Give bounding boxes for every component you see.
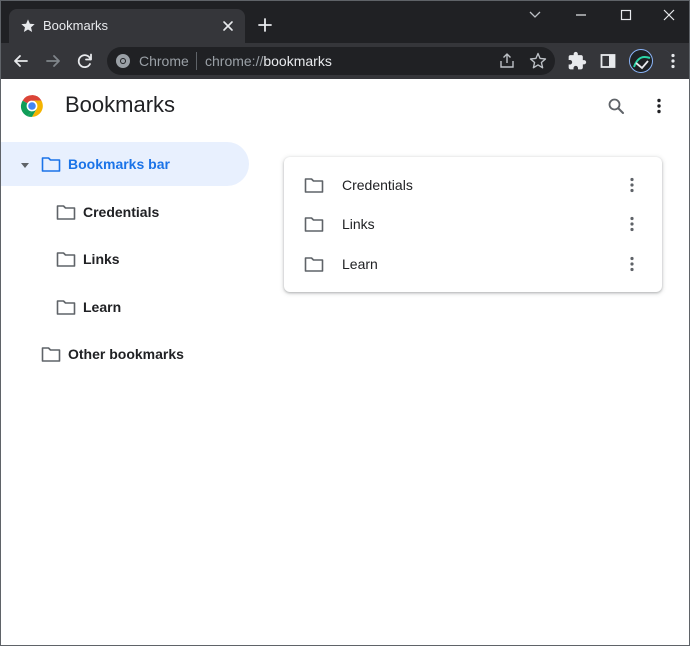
bookmark-star-icon[interactable]	[529, 52, 547, 70]
folder-icon	[41, 345, 61, 363]
address-bar[interactable]: Chrome chrome://bookmarks	[107, 47, 555, 75]
forward-arrow-icon[interactable]	[43, 51, 63, 71]
more-actions-icon[interactable]	[622, 175, 642, 195]
sidebar-item-label: Learn	[83, 299, 122, 315]
folder-icon	[304, 215, 324, 233]
page-title: Bookmarks	[65, 92, 176, 117]
folder-icon	[304, 255, 324, 273]
bookmark-list-card: Credentials Links Learn	[284, 157, 662, 292]
more-actions-icon[interactable]	[622, 254, 642, 274]
sidebar-item-label: Bookmarks bar	[68, 156, 170, 172]
list-item[interactable]: Links	[284, 204, 662, 244]
folder-icon	[56, 250, 76, 268]
sidebar-item-label: Links	[83, 251, 120, 267]
list-item[interactable]: Learn	[284, 244, 662, 284]
sidebar-item-other-bookmarks[interactable]: Other bookmarks	[1, 332, 249, 376]
omnibox-separator	[196, 52, 197, 70]
share-icon[interactable]	[498, 52, 516, 70]
sidebar-item-label: Credentials	[83, 204, 160, 220]
chrome-logo-icon	[19, 93, 45, 119]
list-item-label: Learn	[342, 256, 378, 272]
list-item-label: Credentials	[342, 177, 413, 193]
list-item-label: Links	[342, 216, 375, 232]
back-arrow-icon[interactable]	[11, 51, 31, 71]
sidebar-item-links[interactable]: Links	[1, 237, 249, 281]
chrome-menu-icon[interactable]	[663, 51, 683, 71]
more-actions-icon[interactable]	[622, 214, 642, 234]
minimize-icon[interactable]	[571, 7, 591, 23]
list-item[interactable]: Credentials	[284, 165, 662, 205]
sidebar-item-learn[interactable]: Learn	[1, 285, 249, 329]
side-panel-icon[interactable]	[598, 51, 618, 71]
tab-strip: Bookmarks	[1, 1, 689, 43]
close-window-icon[interactable]	[659, 7, 679, 23]
maximize-icon[interactable]	[616, 7, 636, 23]
profile-avatar[interactable]	[629, 49, 653, 73]
chrome-site-icon	[115, 53, 131, 69]
sidebar-item-credentials[interactable]: Credentials	[1, 190, 249, 234]
browser-toolbar: Chrome chrome://bookmarks	[1, 43, 689, 79]
search-icon[interactable]	[606, 96, 626, 116]
folder-icon	[56, 298, 76, 316]
sidebar-item-bookmarks-bar[interactable]: Bookmarks bar	[1, 142, 249, 186]
new-tab-icon[interactable]	[255, 15, 275, 35]
tab-bookmarks[interactable]: Bookmarks	[9, 9, 245, 43]
expand-caret-icon[interactable]	[19, 159, 31, 171]
chevron-down-icon[interactable]	[525, 7, 545, 23]
url-text: chrome://bookmarks	[205, 53, 332, 69]
reload-icon[interactable]	[75, 51, 95, 71]
organize-menu-icon[interactable]	[649, 96, 669, 116]
omnibox-chip: Chrome	[139, 53, 189, 69]
sidebar-item-label: Other bookmarks	[68, 346, 184, 362]
folder-icon	[41, 155, 61, 173]
close-tab-icon[interactable]	[220, 18, 236, 34]
tab-title: Bookmarks	[43, 18, 109, 33]
star-icon	[20, 18, 36, 34]
extensions-puzzle-icon[interactable]	[567, 51, 587, 71]
bookmarks-header: Bookmarks	[1, 79, 689, 135]
folder-icon	[56, 203, 76, 221]
folder-icon	[304, 176, 324, 194]
